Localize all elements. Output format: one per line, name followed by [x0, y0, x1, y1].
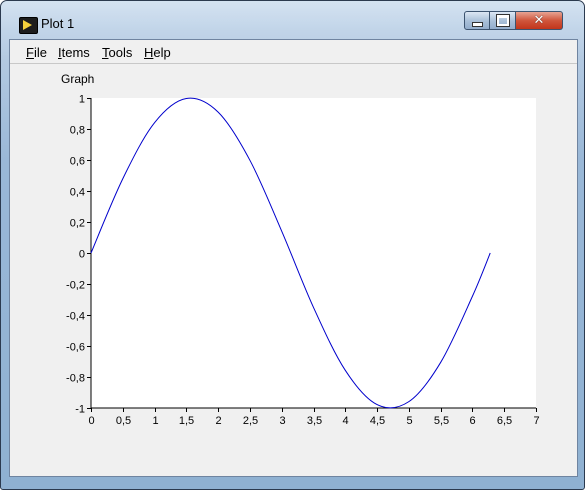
y-tick-label: 0,2 [70, 218, 85, 230]
y-tick-label: -0,4 [66, 311, 85, 323]
application-window: Plot 1 ✕ File Items Tools Help Graph 1 0,… [0, 0, 585, 490]
x-tick-label: 5 [406, 415, 412, 427]
x-tick-label: 1,5 [179, 415, 194, 427]
close-icon: ✕ [533, 13, 545, 28]
x-tick-label: 4,5 [370, 415, 385, 427]
minimize-icon [471, 21, 483, 27]
x-tick-label: 3,5 [307, 415, 322, 427]
labview-app-icon[interactable] [19, 17, 38, 34]
maximize-icon [495, 14, 510, 27]
graph-plot[interactable]: 10,80,60,40,20-0,2-0,4-0,6-0,8-10 0,5 1 1,5… [10, 40, 577, 476]
x-tick-label: 3 [279, 415, 285, 427]
x-tick-label: 5,5 [434, 415, 449, 427]
window-client-area: File Items Tools Help Graph 1 0,8 0,6 0,4 0,… [9, 39, 578, 477]
title-bar[interactable]: Plot 1 ✕ [1, 1, 584, 37]
x-tick-label: 2,5 [243, 415, 258, 427]
close-button[interactable]: ✕ [516, 11, 563, 30]
plot-area [91, 98, 536, 408]
y-tick-label: 0,8 [70, 125, 85, 137]
y-tick-label: 1 [79, 94, 85, 106]
x-tick-label: 4 [342, 415, 348, 427]
maximize-button[interactable] [490, 11, 516, 30]
y-tick-label: -0,8 [66, 373, 85, 385]
window-title: Plot 1 [41, 16, 75, 31]
x-tick-label: 1 [152, 415, 158, 427]
y-tick-label: 0 [79, 249, 85, 261]
x-tick-label: 2 [215, 415, 221, 427]
y-tick-label: 0,4 [70, 187, 85, 199]
x-tick-label: 0 [88, 415, 94, 427]
x-tick-label: 6,5 [497, 415, 512, 427]
y-tick-label: 0,6 [70, 156, 85, 168]
minimize-button[interactable] [464, 11, 490, 30]
y-tick-label: -0,2 [66, 280, 85, 292]
y-tick-label: -1 [75, 404, 85, 416]
y-tick-label: -0,6 [66, 342, 85, 354]
x-tick-label: 6 [469, 415, 475, 427]
x-tick-label: 7 [533, 415, 539, 427]
x-tick-label: 0,5 [116, 415, 131, 427]
